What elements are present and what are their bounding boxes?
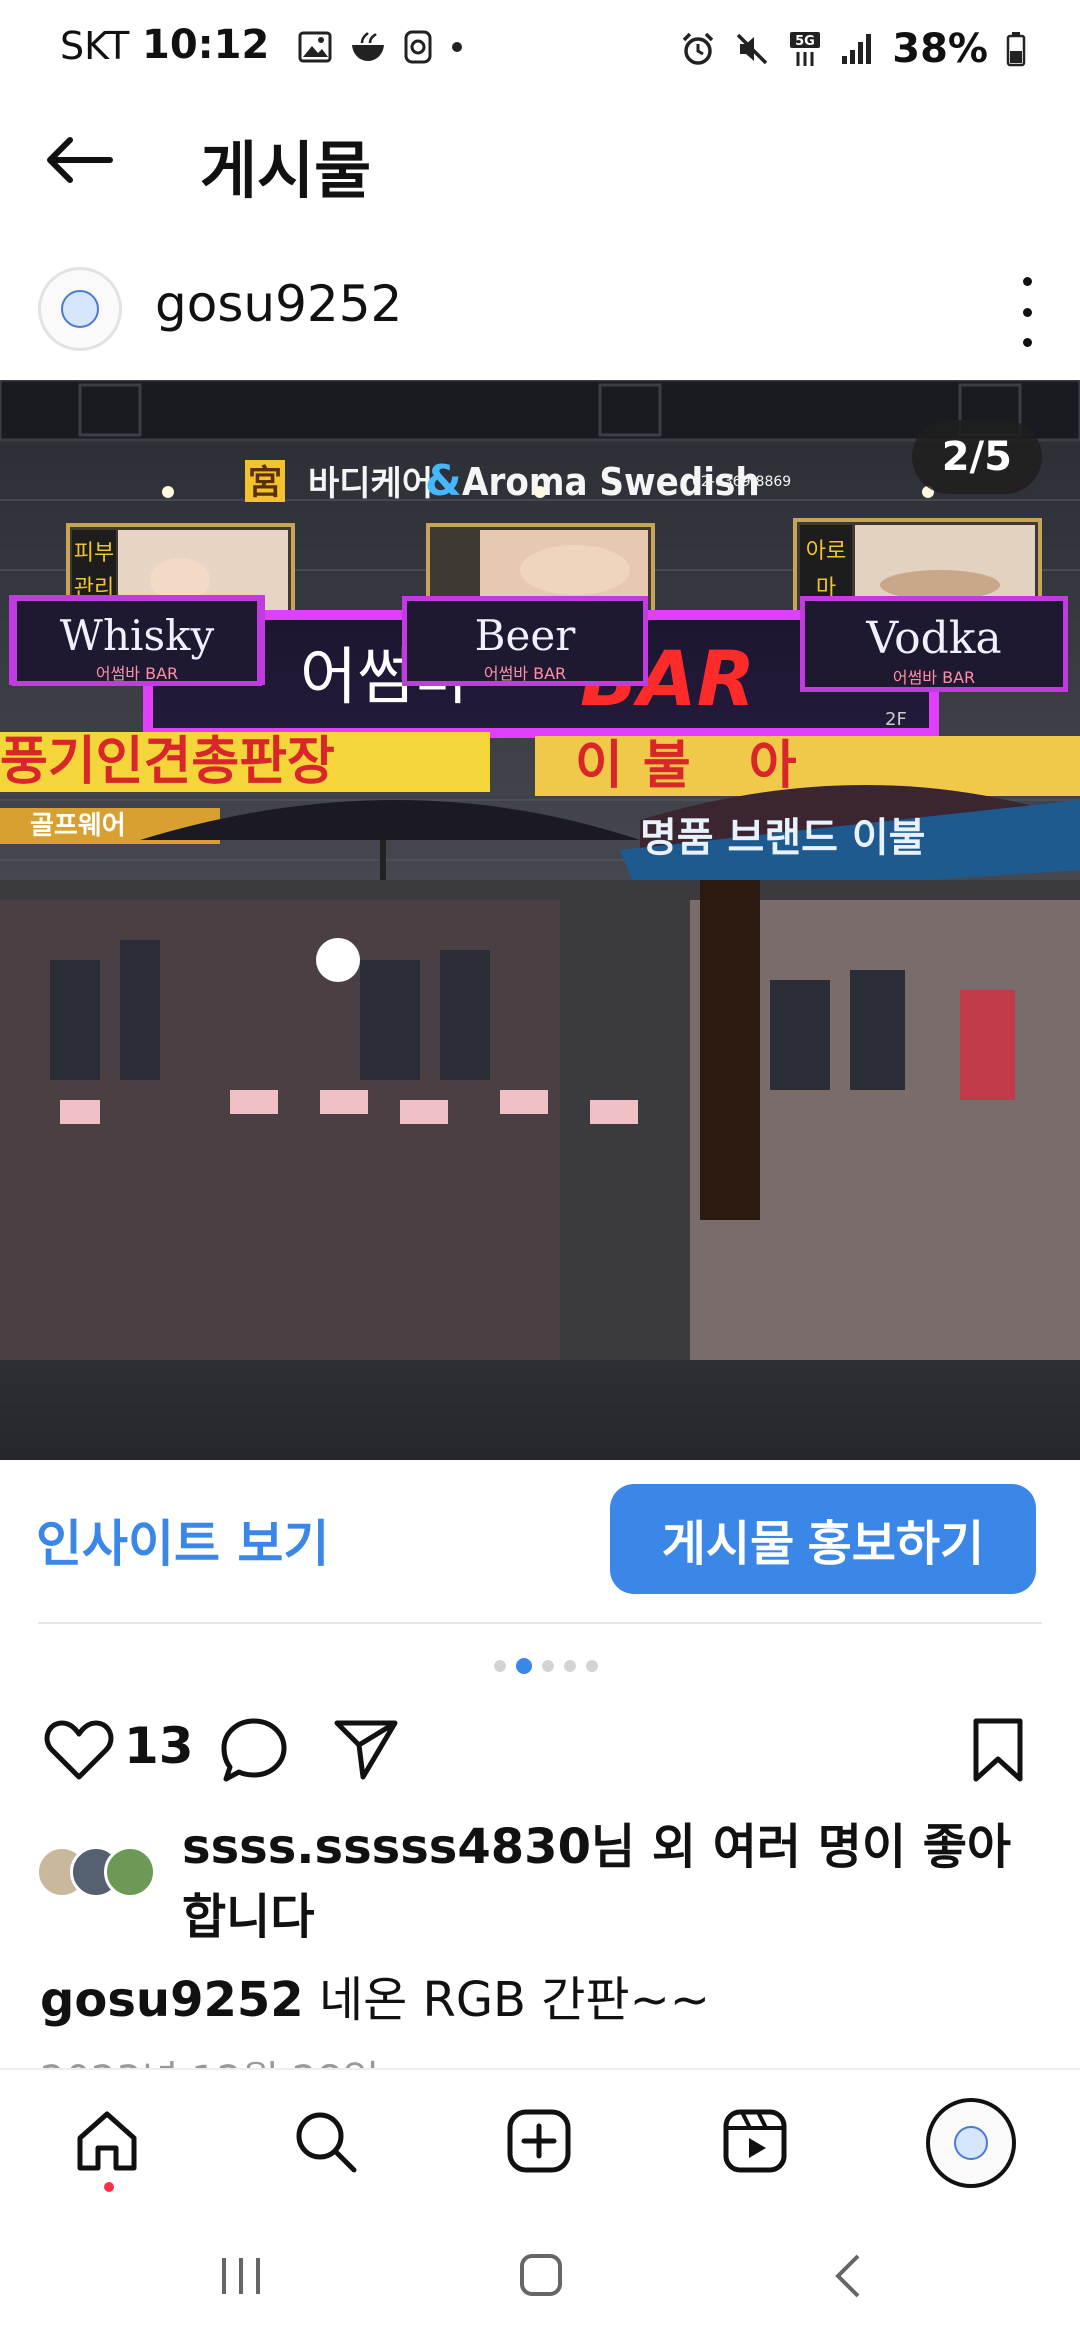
- app-header: 게시물: [0, 100, 1080, 230]
- svg-text:02-6369-8869: 02-6369-8869: [692, 474, 791, 490]
- logo-icon: [61, 290, 99, 328]
- image-counter: 2/5: [911, 420, 1042, 494]
- heart-icon[interactable]: [44, 1719, 114, 1781]
- svg-text:피부: 피부: [74, 541, 114, 566]
- home-button-icon[interactable]: [518, 2252, 564, 2298]
- carousel-indicator: [494, 1658, 598, 1674]
- carrier-label: SKT: [60, 24, 130, 68]
- author-avatar[interactable]: [38, 267, 122, 351]
- comment-icon[interactable]: [220, 1717, 288, 1783]
- liker-avatars: [36, 1846, 176, 1906]
- nav-profile-avatar[interactable]: [926, 2098, 1016, 2188]
- carousel-dot: [494, 1660, 506, 1672]
- author-username[interactable]: gosu9252: [155, 275, 402, 333]
- bookmark-icon[interactable]: [970, 1717, 1026, 1783]
- carousel-dot-active: [516, 1658, 532, 1674]
- alarm-icon: [683, 32, 714, 65]
- battery-icon: [1006, 32, 1026, 67]
- battery-percent: 38%: [892, 26, 988, 72]
- status-bar: SKT 10:12 5G 38%: [0, 0, 1080, 100]
- svg-text:5G: 5G: [795, 34, 815, 49]
- like-count[interactable]: 13: [124, 1717, 194, 1775]
- back-nav-icon[interactable]: [830, 2252, 864, 2300]
- promote-post-button[interactable]: 게시물 홍보하기: [610, 1484, 1036, 1594]
- post-author-row: gosu9252: [0, 255, 1080, 380]
- carousel-dot: [586, 1660, 598, 1672]
- system-navigation: [0, 2210, 1080, 2340]
- back-arrow-icon[interactable]: [40, 130, 120, 190]
- bowl-icon: [352, 32, 384, 61]
- caption-text: 네온 RGB 간판~~: [318, 1972, 711, 2028]
- recent-apps-icon[interactable]: [216, 2254, 266, 2298]
- umbrellas: [0, 785, 1080, 1360]
- carousel-dot: [564, 1660, 576, 1672]
- notification-dot: [104, 2182, 114, 2192]
- share-icon[interactable]: [333, 1715, 399, 1781]
- signal-icon: [842, 34, 872, 64]
- nav-home-icon[interactable]: [64, 2098, 150, 2192]
- svg-text:&: &: [425, 456, 462, 505]
- post-action-icons: 13: [0, 1705, 1080, 1795]
- liked-by-text: ssss.sssss4830님 외 여러 명이 좋아합니다: [182, 1819, 1012, 1945]
- clock: 10:12: [142, 22, 270, 68]
- svg-text:아로: 아로: [806, 539, 846, 564]
- sign-vodka: Vodka 어썸바 BAR: [800, 596, 1068, 692]
- nav-create-icon[interactable]: [496, 2098, 582, 2184]
- logo-icon: [954, 2126, 988, 2160]
- network-5g-icon: 5G: [790, 32, 821, 66]
- avatar: [104, 1846, 156, 1898]
- notification-icons: [298, 30, 464, 64]
- divider: [38, 1622, 1042, 1624]
- caption-username[interactable]: gosu9252: [40, 1972, 304, 2028]
- owner-actions-row: 인사이트 보기 게시물 홍보하기: [0, 1460, 1080, 1610]
- sign-beer: Beer 어썸바 BAR: [402, 596, 648, 686]
- mute-icon: [737, 33, 768, 65]
- app-icon: [404, 30, 432, 64]
- post-image[interactable]: 宮 바디케어 & Aroma Swedish 02-6369-8869 피부 관…: [0, 380, 1080, 1460]
- dot-icon: [452, 42, 462, 52]
- system-icons: 5G 38%: [680, 26, 1026, 72]
- nav-reels-icon[interactable]: [712, 2098, 798, 2184]
- svg-text:宮: 宮: [248, 463, 282, 503]
- more-options-icon[interactable]: [1012, 277, 1042, 347]
- post-caption: gosu9252 네온 RGB 간판~~: [40, 1960, 710, 2030]
- gallery-icon: [298, 31, 332, 63]
- nav-search-icon[interactable]: [282, 2098, 368, 2184]
- sign-whisky: Whisky 어썸바 BAR: [12, 596, 262, 686]
- sign-blue-banner: 명품 브랜드 이불: [640, 815, 926, 857]
- bottom-nav: [0, 2068, 1080, 2212]
- carousel-dot: [542, 1660, 554, 1672]
- view-insights-link[interactable]: 인사이트 보기: [36, 1504, 329, 1576]
- page-title: 게시물: [200, 134, 372, 207]
- svg-text:2F: 2F: [885, 709, 907, 730]
- sign-bodycare: 바디케어: [308, 464, 433, 504]
